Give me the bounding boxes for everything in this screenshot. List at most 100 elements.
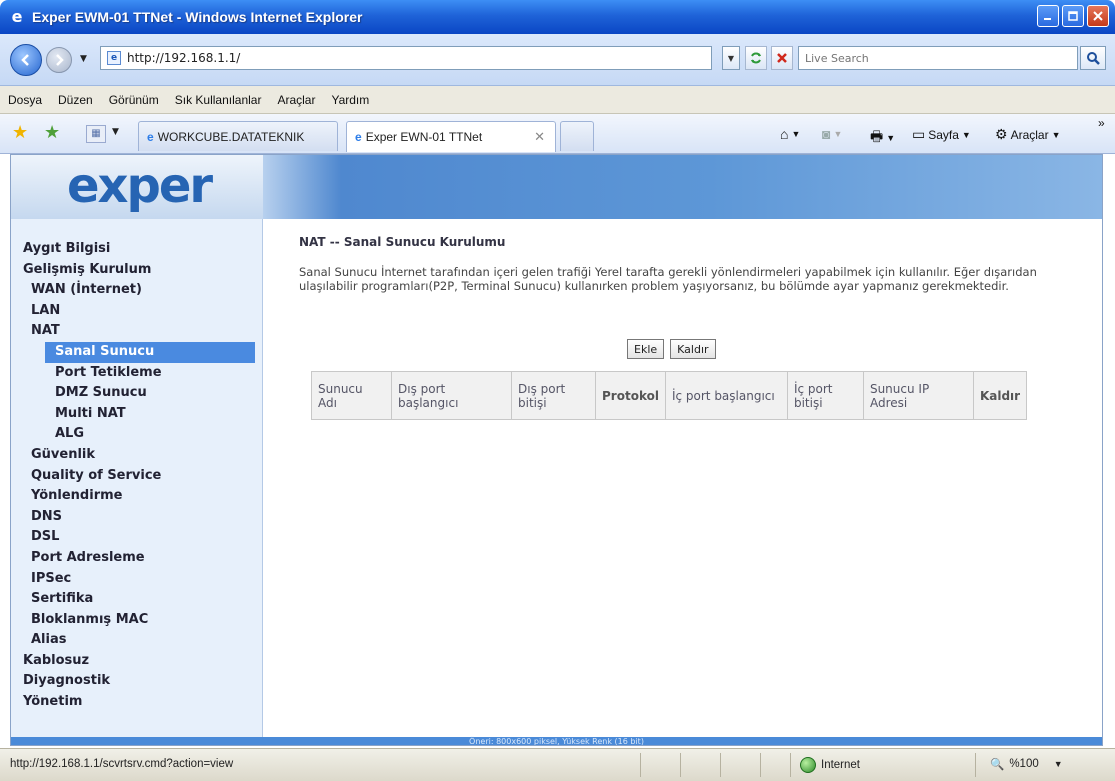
search-box: [798, 46, 1078, 70]
globe-icon: [800, 757, 816, 773]
sidebar-nav: Aygıt Bilgisi Gelişmiş Kurulum WAN (İntern…: [11, 219, 263, 737]
col-remove: Kaldır: [972, 371, 1028, 420]
tab-exper[interactable]: e Exper EWN-01 TTNet ✕: [346, 121, 556, 152]
page-content: exper Aygıt Bilgisi Gelişmiş Kurulum WAN (…: [10, 154, 1103, 746]
resolution-note: Öneri: 800x600 piksel, Yüksek Renk (16 b…: [11, 737, 1102, 745]
menu-view[interactable]: Görünüm: [109, 93, 159, 107]
tools-menu-label: Araçlar: [1010, 127, 1049, 142]
print-button[interactable]: 🖶 ▼: [870, 126, 895, 150]
sidebar-item[interactable]: Gelişmiş Kurulum: [11, 260, 262, 281]
zoom-level: %100: [1009, 758, 1039, 770]
sidebar-item[interactable]: Sertifika: [11, 589, 262, 610]
status-bar: http://192.168.1.1/scvrtsrv.cmd?action=v…: [0, 748, 1115, 781]
feeds-button[interactable]: ◙ ▼: [822, 126, 842, 142]
close-window-button[interactable]: [1087, 5, 1109, 27]
url-dropdown-button[interactable]: ▼: [722, 46, 740, 70]
status-divider: [640, 753, 641, 777]
back-button[interactable]: [10, 44, 42, 76]
url-input[interactable]: [127, 51, 687, 65]
menu-bar: Dosya Düzen Görünüm Sık Kullanılanlar Ar…: [0, 86, 1115, 114]
home-button[interactable]: ⌂ ▼: [780, 126, 800, 142]
forward-arrow-icon: [56, 54, 64, 66]
add-favorite-icon[interactable]: ★: [44, 124, 60, 142]
address-box: e: [100, 46, 712, 70]
window-title-bar: e Exper EWM-01 TTNet - Windows Internet …: [0, 0, 1115, 34]
quick-tabs-icon[interactable]: ▦: [86, 125, 106, 143]
sidebar-item[interactable]: NAT: [11, 321, 262, 342]
page-description: Sanal Sunucu İnternet tarafından içeri g…: [299, 265, 1037, 293]
sidebar-item[interactable]: Quality of Service: [11, 466, 262, 487]
window-title: Exper EWM-01 TTNet - Windows Internet Ex…: [32, 9, 363, 25]
zoom-control[interactable]: 🔍 %100 ▼: [990, 757, 1063, 771]
search-icon: [1087, 52, 1100, 65]
sidebar-item[interactable]: ALG: [11, 424, 262, 445]
status-divider: [975, 753, 976, 777]
tab-ie-icon: e: [147, 129, 154, 144]
sidebar-item[interactable]: Yönetim: [11, 692, 262, 713]
security-zone[interactable]: Internet: [800, 757, 860, 773]
page-menu-label: Sayfa: [928, 127, 959, 142]
sidebar-item[interactable]: Multi NAT: [11, 404, 262, 425]
search-button[interactable]: [1080, 46, 1106, 70]
zone-label: Internet: [821, 759, 860, 771]
print-icon: 🖶: [870, 128, 884, 144]
menu-edit[interactable]: Düzen: [58, 93, 93, 107]
table-header-row: Sunucu Adı Dış port başlangıcı Dış port …: [311, 371, 1028, 420]
favorites-star-icon[interactable]: ★: [12, 124, 28, 142]
sidebar-item[interactable]: Port Tetikleme: [11, 363, 262, 384]
status-divider: [680, 753, 681, 777]
tools-menu-button[interactable]: ⚙ Araçlar ▼: [995, 126, 1061, 143]
sidebar-item[interactable]: DMZ Sunucu: [11, 383, 262, 404]
menu-favorites[interactable]: Sık Kullanılanlar: [175, 93, 262, 107]
gear-icon: ⚙: [995, 126, 1008, 142]
tab-list-dropdown-icon[interactable]: ▼: [112, 127, 119, 137]
menu-file[interactable]: Dosya: [8, 93, 42, 107]
history-dropdown-icon[interactable]: ▼: [80, 54, 87, 64]
sidebar-item[interactable]: Aygıt Bilgisi: [11, 239, 262, 260]
sidebar-item[interactable]: WAN (İnternet): [11, 280, 262, 301]
sidebar-item[interactable]: Bloklanmış MAC: [11, 610, 262, 631]
sidebar-item[interactable]: Alias: [11, 630, 262, 651]
menu-help[interactable]: Yardım: [331, 93, 369, 107]
home-icon: ⌂: [780, 126, 789, 142]
tab-ie-icon: e: [355, 130, 362, 144]
menu-tools[interactable]: Araçlar: [277, 93, 315, 107]
stop-button[interactable]: [771, 46, 793, 70]
forward-button[interactable]: [46, 47, 72, 73]
col-int-port-end: İç port bitişi: [786, 371, 864, 420]
exper-logo: exper: [67, 158, 213, 214]
sidebar-item[interactable]: IPSec: [11, 569, 262, 590]
add-button[interactable]: Ekle: [627, 339, 665, 359]
home-dropdown-icon: ▼: [791, 129, 801, 139]
col-int-port-start: İç port başlangıcı: [664, 371, 788, 420]
refresh-button[interactable]: [745, 46, 767, 70]
virtual-server-table: Sunucu Adı Dış port başlangıcı Dış port …: [311, 371, 1028, 420]
toolbar-overflow-icon[interactable]: »: [1098, 116, 1105, 130]
sidebar-item[interactable]: Diyagnostik: [11, 671, 262, 692]
sidebar-item[interactable]: Sanal Sunucu: [45, 341, 255, 363]
feeds-dropdown-icon: ▼: [833, 129, 843, 139]
col-ext-port-end: Dış port bitişi: [511, 371, 596, 420]
maximize-icon: [1068, 11, 1078, 21]
page-menu-button[interactable]: ▭ Sayfa ▼: [912, 126, 971, 143]
tools-dropdown-icon: ▼: [1051, 129, 1061, 140]
status-divider: [760, 753, 761, 777]
search-input[interactable]: [799, 51, 1059, 65]
status-divider: [720, 753, 721, 777]
sidebar-item[interactable]: Güvenlik: [11, 445, 262, 466]
maximize-button[interactable]: [1062, 5, 1084, 27]
sidebar-item[interactable]: LAN: [11, 301, 262, 322]
status-url: http://192.168.1.1/scvrtsrv.cmd?action=v…: [10, 758, 234, 770]
sidebar-item[interactable]: DSL: [11, 527, 262, 548]
minimize-button[interactable]: [1037, 5, 1059, 27]
close-tab-icon[interactable]: ✕: [534, 129, 545, 145]
sidebar-item[interactable]: DNS: [11, 507, 262, 528]
new-tab-button[interactable]: [560, 121, 594, 151]
sidebar-item[interactable]: Kablosuz: [11, 651, 262, 672]
sidebar-item[interactable]: Port Adresleme: [11, 548, 262, 569]
minimize-icon: [1044, 18, 1051, 20]
remove-button[interactable]: Kaldır: [670, 339, 716, 359]
sidebar-item[interactable]: Yönlendirme: [11, 486, 262, 507]
page-icon: e: [107, 51, 121, 65]
tab-workcube[interactable]: e WORKCUBE.DATATEKNIK: [138, 121, 338, 151]
